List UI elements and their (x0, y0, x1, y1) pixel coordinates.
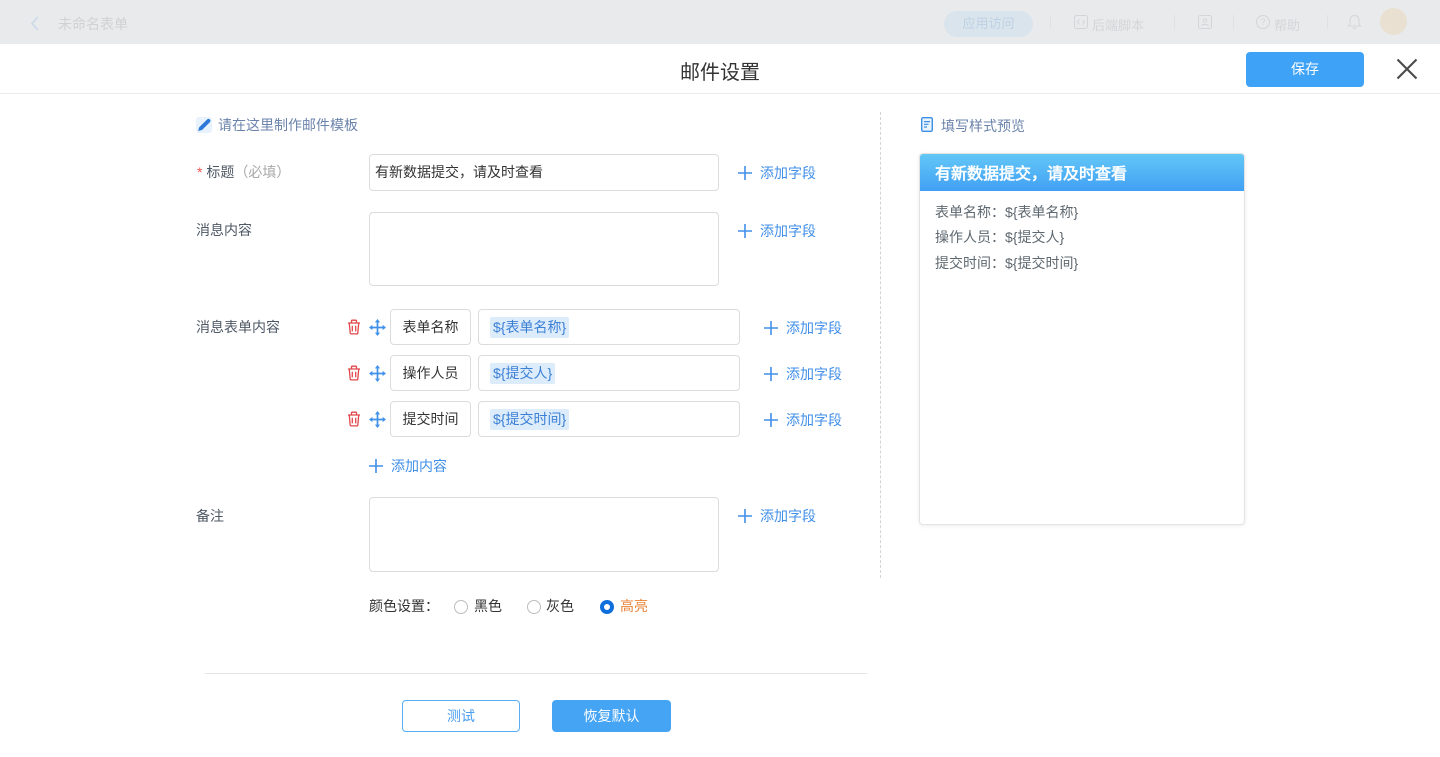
svg-text:?: ? (1260, 17, 1265, 27)
